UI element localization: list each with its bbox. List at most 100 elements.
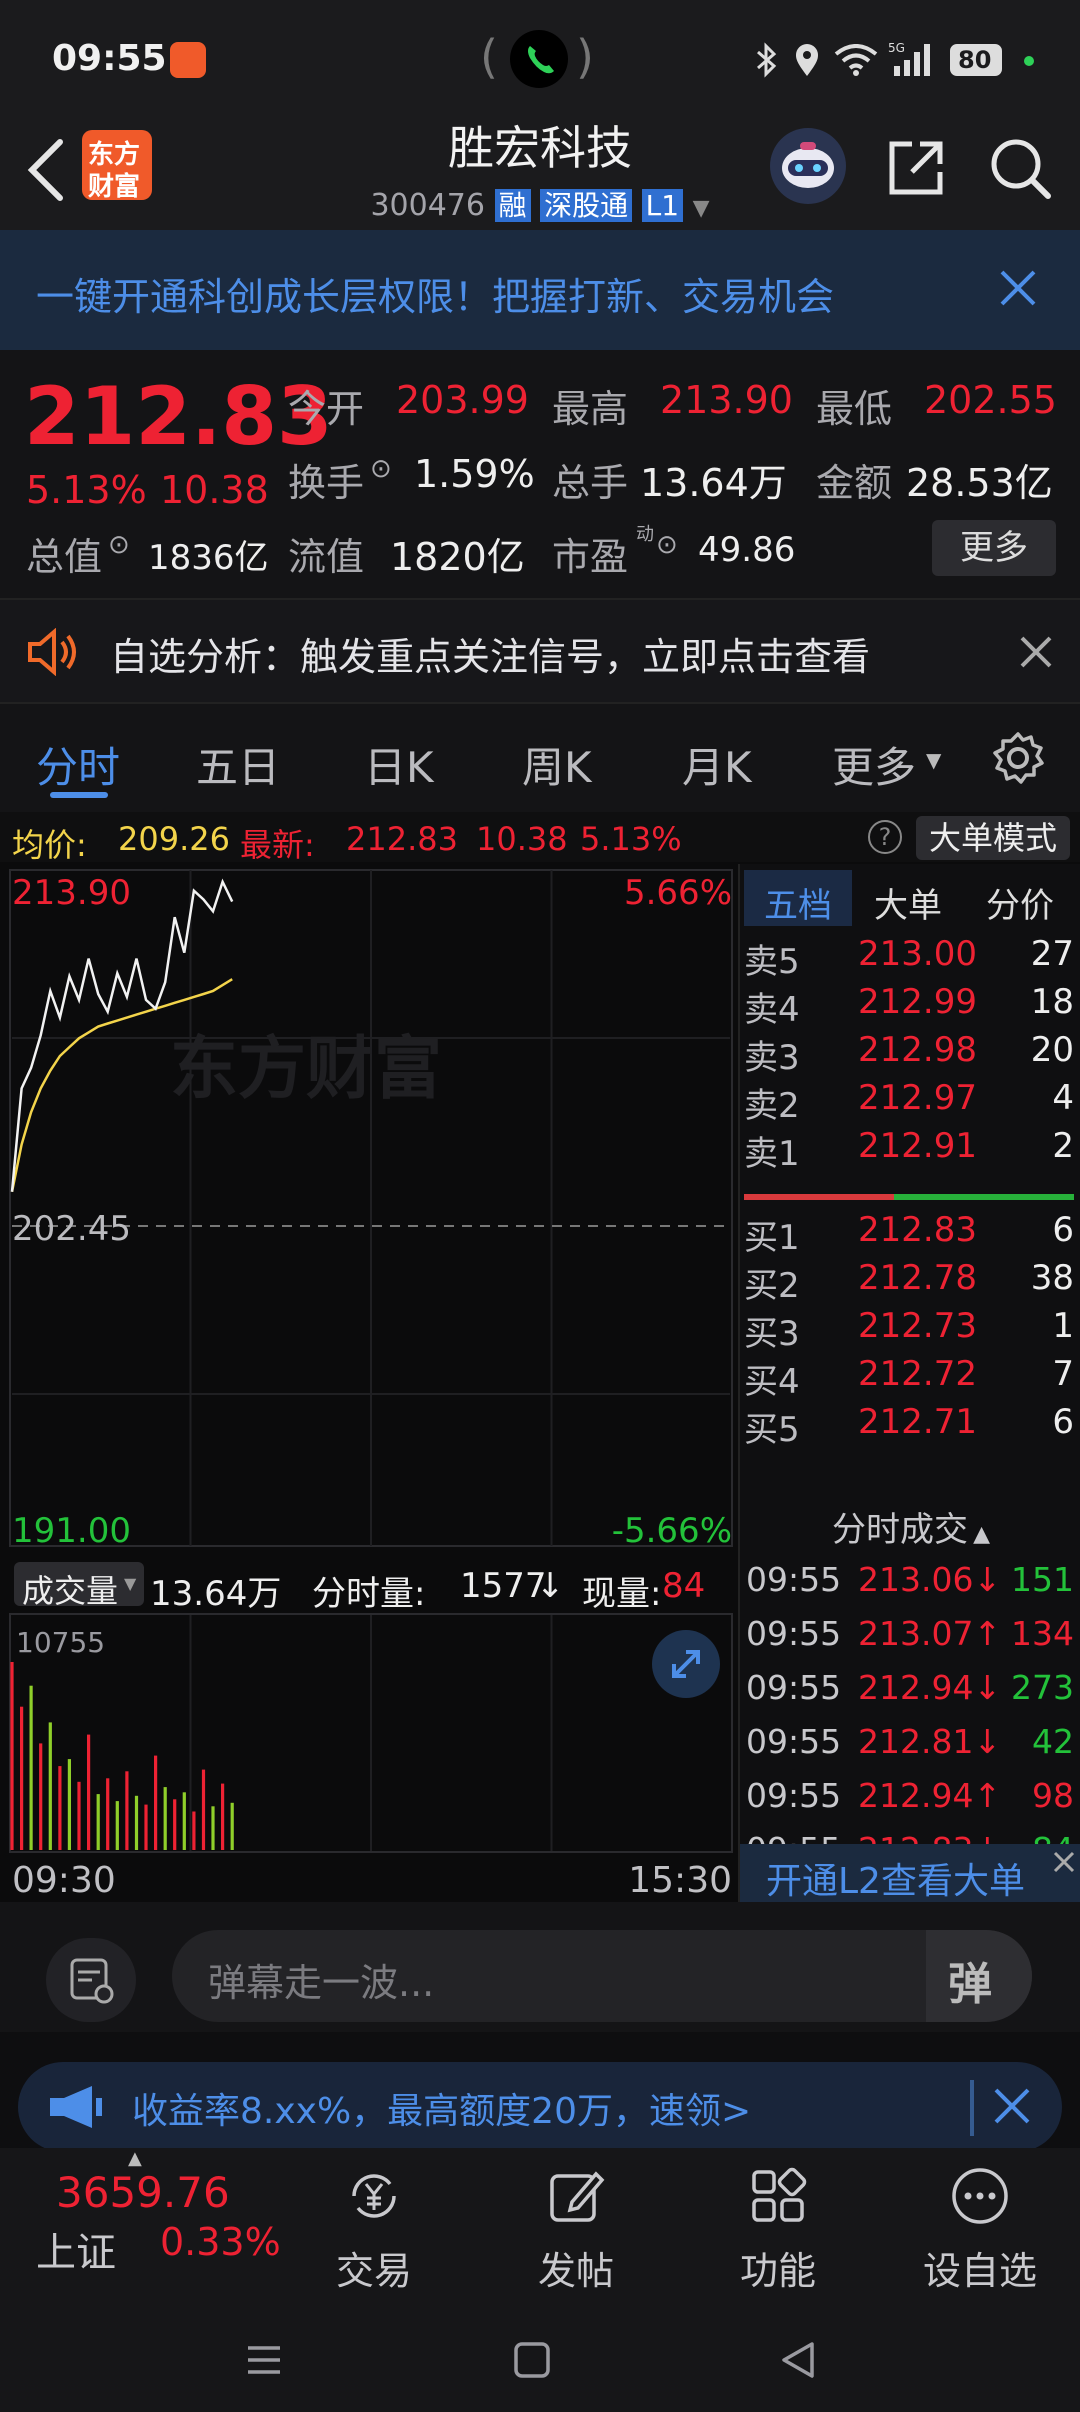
active-dot-icon bbox=[1024, 56, 1034, 66]
nav-functions[interactable]: 功能 bbox=[688, 2148, 868, 2298]
stock-header: 东方 财富 胜宏科技 300476 融 深股通 L1 ▼ bbox=[0, 110, 1080, 230]
eastmoney-logo[interactable]: 东方 财富 bbox=[82, 130, 152, 202]
more-button[interactable]: 更多 bbox=[932, 520, 1056, 576]
comment-settings-icon[interactable] bbox=[46, 1938, 136, 2022]
alert-text: 自选分析：触发重点关注信号，立即点击查看 bbox=[110, 635, 871, 679]
system-nav-bar bbox=[0, 2298, 1080, 2412]
mktcap-info-icon[interactable]: ⊙ bbox=[108, 530, 130, 560]
ask-price: 212.91 bbox=[858, 1126, 977, 1166]
trade-time: 09:55 bbox=[746, 1668, 842, 1707]
ask-volume: 20 bbox=[1030, 1030, 1074, 1070]
tab-intraday[interactable]: 分时 bbox=[36, 734, 120, 795]
help-icon[interactable]: ? bbox=[868, 820, 902, 854]
location-icon bbox=[792, 42, 822, 78]
svg-text:5G: 5G bbox=[888, 41, 905, 55]
trade-row: 09:55 213.07↑ 134 bbox=[740, 1614, 1080, 1668]
pe-info-icon[interactable]: ⊙ bbox=[656, 530, 678, 560]
promo-banner[interactable]: 一键开通科创成长层权限！把握打新、交易机会 bbox=[0, 230, 1080, 350]
l2-close-icon[interactable] bbox=[1052, 1850, 1076, 1874]
ask-volume: 27 bbox=[1030, 934, 1074, 974]
bottom-promo[interactable]: 收益率8.xx%，最高额度20万，速领> bbox=[18, 2062, 1062, 2152]
logo-line2: 财富 bbox=[88, 172, 141, 202]
trades-title[interactable]: 分时成交 ▲ bbox=[740, 1502, 1080, 1556]
back-icon[interactable] bbox=[22, 132, 68, 208]
nav-post[interactable]: 发帖 bbox=[486, 2148, 666, 2298]
float-label: 流值 bbox=[288, 535, 365, 579]
nav-add-watchlist-label: 设自选 bbox=[922, 2249, 1037, 2293]
l2-link-text: 开通L2查看大单 bbox=[766, 1861, 1025, 1902]
status-bar: 09:55 ( ) 5G 80 bbox=[0, 0, 1080, 110]
danmu-toggle-button[interactable]: 弹 bbox=[926, 1930, 1032, 2022]
dropdown-caret-icon[interactable]: ▼ bbox=[693, 196, 710, 221]
ob-tab-five-level[interactable]: 五档 bbox=[744, 870, 852, 926]
battery-icon: 80 bbox=[950, 44, 1002, 76]
analysis-alert[interactable]: 自选分析：触发重点关注信号，立即点击查看 bbox=[0, 598, 1080, 704]
tab-weekly-k[interactable]: 周K bbox=[522, 734, 592, 795]
menu-icon[interactable] bbox=[244, 2340, 284, 2380]
orderbook-panel: 五档 大单 分价 卖5 213.00 27 卖4 212.99 18 卖3 212.98 20 卖… bbox=[738, 864, 1080, 1902]
volume-bar bbox=[201, 1769, 206, 1850]
banner-close-icon[interactable] bbox=[996, 266, 1040, 310]
ask-level-label: 卖4 bbox=[744, 990, 800, 1030]
search-icon[interactable] bbox=[986, 134, 1054, 202]
buy-ratio-bar bbox=[894, 1194, 1074, 1200]
ask-row: 卖2 212.97 4 bbox=[740, 1078, 1080, 1126]
volume-bar bbox=[211, 1806, 215, 1850]
volume-bar bbox=[10, 1662, 14, 1850]
nav-trade[interactable]: 交易 bbox=[284, 2148, 464, 2298]
robot-assistant-icon[interactable] bbox=[770, 128, 846, 204]
settings-gear-icon[interactable] bbox=[990, 730, 1046, 786]
now-vol-value: 84 bbox=[662, 1566, 706, 1606]
bid-price: 212.78 bbox=[858, 1258, 977, 1298]
tab-five-day[interactable]: 五日 bbox=[196, 734, 280, 795]
stock-title-block[interactable]: 胜宏科技 300476 融 深股通 L1 ▼ bbox=[340, 110, 740, 230]
trade-row: 09:55 213.06↓ 151 bbox=[740, 1560, 1080, 1614]
index-collapse-icon[interactable]: ▲ bbox=[128, 2148, 142, 2169]
tag-rong: 融 bbox=[494, 189, 531, 222]
bid-volume: 1 bbox=[1052, 1306, 1074, 1346]
ob-tab-five-level-label: 五档 bbox=[764, 886, 832, 926]
y-label-mid: 202.45 bbox=[12, 1209, 131, 1249]
trade-volume: 151 bbox=[1011, 1560, 1074, 1599]
trade-time: 09:55 bbox=[746, 1614, 842, 1653]
x-label-end: 15:30 bbox=[628, 1860, 732, 1901]
expand-icon[interactable] bbox=[652, 1630, 720, 1698]
bid-level-label: 买3 bbox=[744, 1314, 800, 1354]
turnover-info-icon[interactable]: ⊙ bbox=[370, 454, 392, 484]
bid-price: 212.72 bbox=[858, 1354, 977, 1394]
volume-bar bbox=[20, 1706, 24, 1850]
l2-upgrade-link[interactable]: 开通L2查看大单 bbox=[740, 1844, 1080, 1902]
index-ticker[interactable]: ▲ 3659.76 上证 0.33% bbox=[0, 2148, 300, 2298]
volume-max-label: 10755 bbox=[16, 1626, 105, 1659]
big-order-mode-button[interactable]: 大单模式 bbox=[916, 816, 1070, 860]
minute-vol-value: 1577 bbox=[460, 1566, 547, 1606]
volume-indicator-select[interactable]: 成交量 ▼ bbox=[14, 1562, 144, 1610]
call-indicator[interactable]: ( ) bbox=[480, 24, 600, 94]
home-icon[interactable] bbox=[512, 2340, 552, 2380]
ob-tab-big-order[interactable]: 大单 bbox=[874, 878, 942, 927]
high-label: 最高 bbox=[552, 387, 629, 431]
intraday-chart-svg[interactable]: 东方财富 213.90 202.45 191.00 5.66% -5.66% 1… bbox=[0, 862, 736, 1902]
volume-bar bbox=[39, 1743, 43, 1850]
ask-volume: 4 bbox=[1052, 1078, 1074, 1118]
tab-daily-k[interactable]: 日K bbox=[364, 734, 434, 795]
comment-bar: 弹幕走一波... 弹 bbox=[0, 1902, 1080, 2032]
ob-tab-price-dist[interactable]: 分价 bbox=[986, 878, 1054, 927]
tab-monthly-k[interactable]: 月K bbox=[682, 734, 752, 795]
nav-add-watchlist[interactable]: 设自选 bbox=[890, 2148, 1070, 2298]
turnover-label: 换手 bbox=[288, 461, 365, 505]
notification-app-icon bbox=[170, 42, 206, 78]
volume-bar bbox=[87, 1734, 91, 1850]
share-icon[interactable] bbox=[884, 136, 948, 200]
trade-price: 212.81↓ bbox=[858, 1722, 1002, 1761]
danmu-input[interactable]: 弹幕走一波... 弹 bbox=[172, 1930, 1032, 2022]
mktcap-label: 总值 bbox=[26, 535, 103, 579]
back-nav-icon[interactable] bbox=[776, 2338, 820, 2382]
ask-row: 卖5 213.00 27 bbox=[740, 934, 1080, 982]
alert-close-icon[interactable] bbox=[1018, 634, 1054, 670]
tab-more[interactable]: 更多 bbox=[832, 734, 916, 795]
trades-title-label: 分时成交 bbox=[831, 1510, 968, 1550]
promo-close-icon[interactable] bbox=[990, 2084, 1034, 2128]
trade-volume: 98 bbox=[1032, 1776, 1074, 1815]
volume-bar bbox=[77, 1781, 81, 1850]
